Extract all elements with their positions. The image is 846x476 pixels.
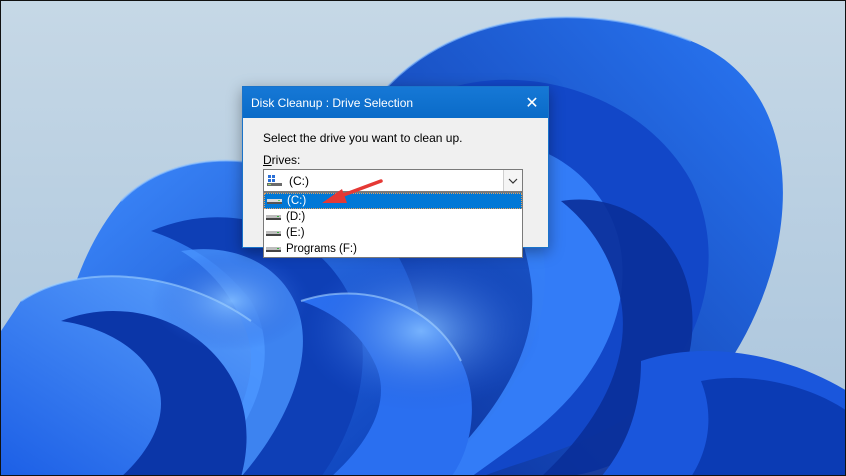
drives-label: Drives: [263, 152, 528, 168]
combo-value-area[interactable]: (C:) [264, 170, 504, 191]
drive-select-combo[interactable]: (C:) [263, 169, 523, 192]
dropdown-item-label: (C:) [287, 195, 307, 207]
hard-drive-icon [267, 195, 283, 207]
dropdown-item-label: (E:) [286, 227, 305, 239]
dialog-title: Disk Cleanup : Drive Selection [251, 95, 414, 110]
dropdown-item-d[interactable]: (D:) [264, 209, 522, 225]
dropdown-item-label: Programs (F:) [286, 243, 357, 255]
dropdown-item-label: (D:) [286, 211, 306, 223]
dialog-body: Select the drive you want to clean up. D… [243, 118, 548, 168]
combo-selected-value: (C:) [289, 173, 309, 188]
dropdown-item-c[interactable]: (C:) [264, 193, 522, 209]
hard-drive-icon [266, 211, 282, 223]
hard-drive-icon [266, 243, 282, 255]
drives-label-mnemonic: D [263, 153, 272, 167]
close-button[interactable]: ✕ [516, 87, 548, 118]
dropdown-item-f[interactable]: Programs (F:) [264, 241, 522, 257]
chevron-down-icon [508, 178, 518, 184]
windows-drive-icon [267, 174, 283, 187]
instruction-text: Select the drive you want to clean up. [263, 131, 463, 145]
dropdown-item-e[interactable]: (E:) [264, 225, 522, 241]
close-icon: ✕ [525, 94, 539, 112]
drive-dropdown-list: (C:) (D:) (E:) Programs (F:) [263, 192, 523, 258]
hard-drive-icon [266, 227, 282, 239]
combo-dropdown-button[interactable] [503, 170, 522, 191]
drives-label-rest: rives: [271, 153, 301, 167]
dialog-titlebar[interactable]: Disk Cleanup : Drive Selection ✕ [243, 87, 548, 118]
